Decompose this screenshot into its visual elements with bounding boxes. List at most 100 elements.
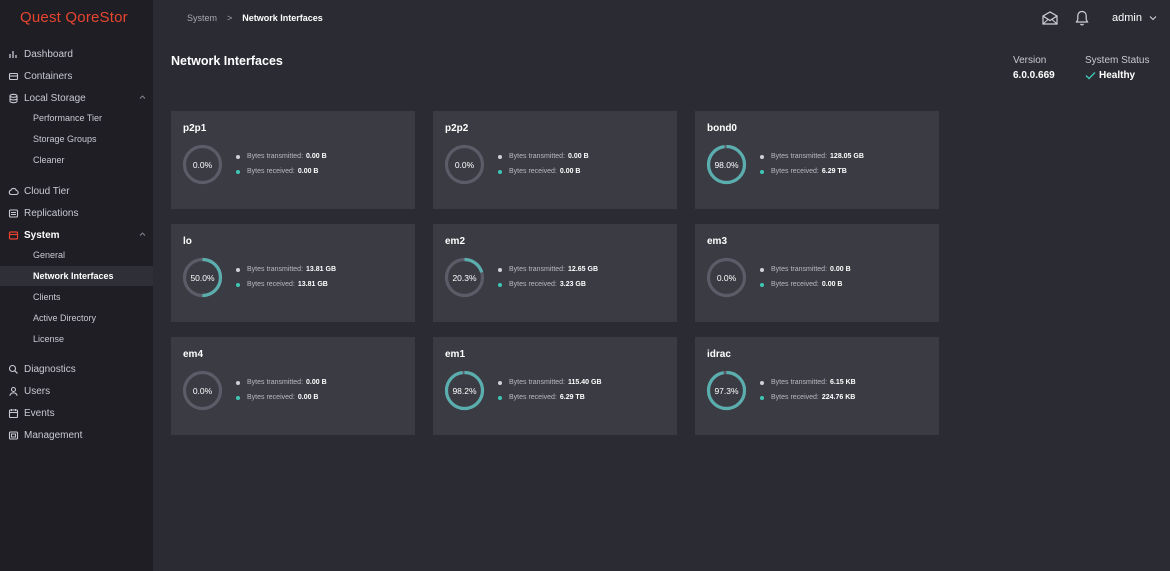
- bytes-transmitted: Bytes transmitted: 0.00 B: [236, 153, 327, 160]
- sidebar-subitem-active-directory[interactable]: Active Directory: [0, 308, 153, 328]
- breadcrumb-system[interactable]: System: [187, 13, 217, 23]
- version-value: 6.0.0.669: [1013, 70, 1055, 81]
- bytes-transmitted: Bytes transmitted: 0.00 B: [760, 266, 851, 273]
- usage-percent: 0.0%: [716, 272, 737, 283]
- tx-value: 115.40 GB: [568, 379, 602, 386]
- sidebar-subitem-clients[interactable]: Clients: [0, 287, 153, 307]
- sidebar-subitem-storage-groups[interactable]: Storage Groups: [0, 129, 153, 149]
- sidebar-item-diagnostics[interactable]: Diagnostics: [0, 359, 153, 379]
- check-icon: [1085, 72, 1096, 80]
- tx-value: 13.81 GB: [306, 266, 336, 273]
- sidebar-item-label: Users: [24, 385, 51, 397]
- diagnostics-icon: [8, 364, 19, 375]
- sidebar-item-label: Dashboard: [24, 48, 73, 60]
- interface-card-lo[interactable]: lo 50.0% Bytes transmitted: 13.81 GB Bytes r…: [171, 224, 415, 322]
- sidebar-item-system[interactable]: System: [0, 225, 153, 245]
- page-title: Network Interfaces: [171, 54, 283, 68]
- container-icon: [8, 71, 19, 82]
- replication-icon: [8, 208, 19, 219]
- sidebar: Quest QoreStor Dashboard Containers Loca…: [0, 0, 153, 571]
- top-bar: System > Network Interfaces admin: [153, 0, 1170, 36]
- interface-name: em2: [445, 236, 466, 247]
- sidebar-item-local-storage[interactable]: Local Storage: [0, 88, 153, 108]
- sidebar-subitem-cleaner[interactable]: Cleaner: [0, 150, 153, 170]
- tx-value: 0.00 B: [568, 153, 589, 160]
- rx-dot: [498, 395, 502, 400]
- sidebar-item-label: System: [24, 229, 60, 241]
- bytes-transmitted: Bytes transmitted: 6.15 KB: [760, 379, 856, 386]
- rx-value: 0.00 B: [559, 168, 581, 175]
- chevron-up-icon[interactable]: [139, 231, 146, 238]
- status-text: Healthy: [1099, 70, 1136, 81]
- tx-dot: [236, 154, 240, 159]
- rx-value: 0.00 B: [297, 168, 319, 175]
- brand-quest: Quest: [20, 9, 62, 26]
- mail-icon[interactable]: [1041, 9, 1059, 27]
- tx-label: Bytes transmitted:: [509, 153, 566, 160]
- user-menu[interactable]: admin: [1112, 12, 1157, 24]
- bytes-received: Bytes received: 0.00 B: [236, 394, 318, 401]
- interface-card-idrac[interactable]: idrac 97.3% Bytes transmitted: 6.15 KB Bytes…: [695, 337, 939, 435]
- usage-percent: 20.3%: [452, 272, 477, 283]
- bytes-received: Bytes received: 13.81 GB: [236, 281, 328, 288]
- breadcrumb-current: Network Interfaces: [242, 13, 323, 23]
- bytes-transmitted: Bytes transmitted: 12.65 GB: [498, 266, 598, 273]
- sidebar-item-label: Events: [24, 407, 55, 419]
- rx-label: Bytes received:: [771, 281, 819, 288]
- interface-card-em3[interactable]: em3 0.0% Bytes transmitted: 0.00 B Bytes rec…: [695, 224, 939, 322]
- tx-value: 0.00 B: [306, 153, 327, 160]
- bytes-received: Bytes received: 224.76 KB: [760, 394, 855, 401]
- sidebar-item-users[interactable]: Users: [0, 381, 153, 401]
- rx-dot: [760, 395, 764, 400]
- rx-dot: [498, 169, 502, 174]
- rx-dot: [236, 282, 240, 287]
- tx-dot: [760, 380, 764, 385]
- sidebar-subitem-general[interactable]: General: [0, 245, 153, 265]
- sidebar-item-cloud-tier[interactable]: Cloud Tier: [0, 181, 153, 201]
- usage-percent: 97.3%: [714, 385, 739, 396]
- sidebar-item-replications[interactable]: Replications: [0, 203, 153, 223]
- sidebar-item-label: Management: [24, 429, 83, 441]
- tx-label: Bytes transmitted:: [509, 379, 566, 386]
- brand-qorestor: QoreStor: [65, 9, 128, 26]
- interface-card-em4[interactable]: em4 0.0% Bytes transmitted: 0.00 B Bytes rec…: [171, 337, 415, 435]
- bytes-received: Bytes received: 6.29 TB: [760, 168, 847, 175]
- rx-dot: [760, 169, 764, 174]
- chevron-up-icon[interactable]: [139, 94, 146, 101]
- interface-card-bond0[interactable]: bond0 98.0% Bytes transmitted: 128.05 GB Byt…: [695, 111, 939, 209]
- sidebar-item-label: Local Storage: [24, 92, 86, 104]
- tx-dot: [498, 267, 502, 272]
- sidebar-item-containers[interactable]: Containers: [0, 66, 153, 86]
- breadcrumb-separator: >: [227, 13, 233, 23]
- tx-value: 6.15 KB: [830, 379, 856, 386]
- rx-dot: [498, 282, 502, 287]
- sidebar-item-management[interactable]: Management: [0, 425, 153, 445]
- bell-icon[interactable]: [1073, 9, 1091, 27]
- tx-value: 0.00 B: [306, 379, 327, 386]
- interface-name: p2p1: [183, 123, 207, 134]
- bytes-received: Bytes received: 0.00 B: [236, 168, 318, 175]
- app-logo[interactable]: Quest QoreStor: [20, 9, 128, 26]
- usage-percent: 98.2%: [452, 385, 477, 396]
- sidebar-subitem-network-interfaces[interactable]: Network Interfaces: [0, 266, 153, 286]
- tx-dot: [760, 154, 764, 159]
- interface-name: em4: [183, 349, 204, 360]
- rx-value: 0.00 B: [821, 281, 843, 288]
- rx-value: 6.29 TB: [821, 168, 847, 175]
- sidebar-item-dashboard[interactable]: Dashboard: [0, 44, 153, 64]
- interface-card-em1[interactable]: em1 98.2% Bytes transmitted: 115.40 GB Bytes…: [433, 337, 677, 435]
- interface-card-p2p2[interactable]: p2p2 0.0% Bytes transmitted: 0.00 B Bytes re…: [433, 111, 677, 209]
- tx-label: Bytes transmitted:: [509, 266, 566, 273]
- tx-value: 0.00 B: [830, 266, 851, 273]
- sidebar-subitem-license[interactable]: License: [0, 329, 153, 349]
- bytes-transmitted: Bytes transmitted: 0.00 B: [498, 153, 589, 160]
- system-status-value: Healthy: [1085, 70, 1135, 81]
- rx-label: Bytes received:: [771, 394, 819, 401]
- sidebar-subitem-performance-tier[interactable]: Performance Tier: [0, 108, 153, 128]
- sidebar-item-events[interactable]: Events: [0, 403, 153, 423]
- interface-card-em2[interactable]: em2 20.3% Bytes transmitted: 12.65 GB Bytes …: [433, 224, 677, 322]
- bar-chart-icon: [8, 49, 19, 60]
- rx-label: Bytes received:: [247, 281, 295, 288]
- interface-card-p2p1[interactable]: p2p1 0.0% Bytes transmitted: 0.00 B Bytes re…: [171, 111, 415, 209]
- user-name: admin: [1112, 12, 1142, 24]
